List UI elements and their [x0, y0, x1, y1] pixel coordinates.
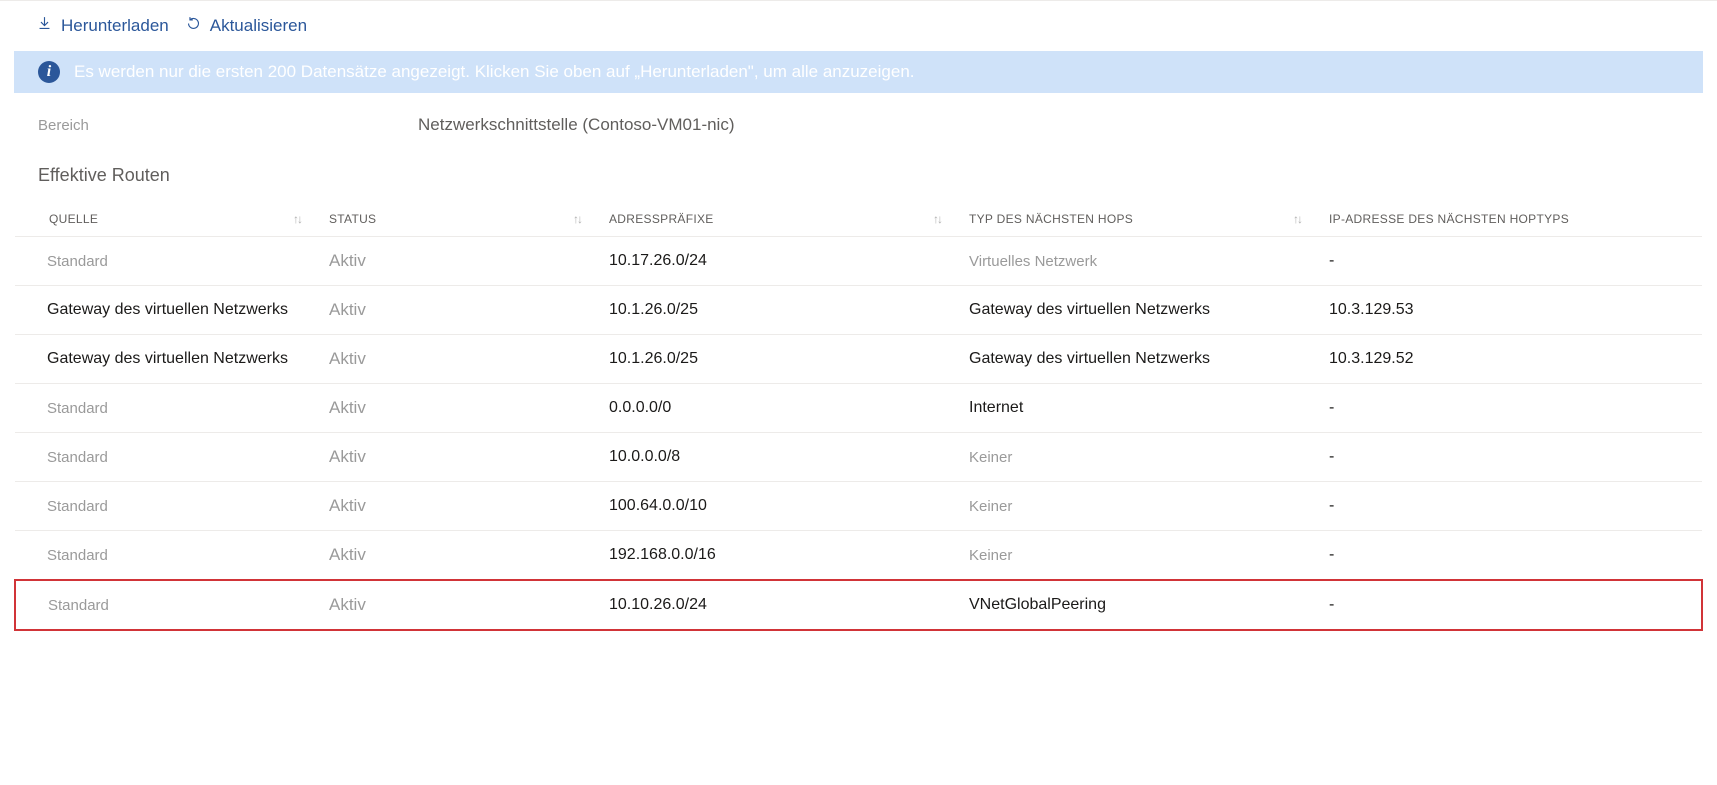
info-icon: i [38, 61, 60, 83]
cell-prefix: 10.1.26.0/25 [595, 286, 955, 335]
cell-status: Aktiv [315, 433, 595, 482]
col-header-status[interactable]: STATUS ↑↓ [315, 202, 595, 237]
col-header-prefix-label: ADRESSPRÄFIXE [609, 212, 714, 226]
scope-row: Bereich Netzwerkschnittstelle (Contoso-V… [14, 93, 1703, 141]
cell-status: Aktiv [315, 335, 595, 384]
cell-nexthop-ip: 10.3.129.53 [1315, 286, 1702, 335]
cell-nexthop-ip: - [1315, 580, 1702, 630]
refresh-label: Aktualisieren [210, 16, 307, 36]
cell-nexthop: Gateway des virtuellen Netzwerks [955, 335, 1315, 384]
col-header-status-label: STATUS [329, 212, 376, 226]
table-row[interactable]: StandardAktiv100.64.0.0/10Keiner- [15, 482, 1702, 531]
cell-nexthop: Gateway des virtuellen Netzwerks [955, 286, 1315, 335]
cell-nexthop: Virtuelles Netzwerk [955, 237, 1315, 286]
col-header-nexthop-label: TYP DES NÄCHSTEN HOPS [969, 212, 1133, 226]
cell-source: Standard [15, 482, 315, 531]
cell-source: Gateway des virtuellen Netzwerks [15, 286, 315, 335]
cell-nexthop-ip: - [1315, 531, 1702, 581]
download-label: Herunterladen [61, 16, 169, 36]
cell-source: Standard [15, 237, 315, 286]
cell-status: Aktiv [315, 384, 595, 433]
sort-icon: ↑↓ [573, 212, 581, 226]
col-header-ip-label: IP-ADRESSE DES NÄCHSTEN HOPTYPS [1329, 212, 1569, 226]
col-header-nexthop[interactable]: TYP DES NÄCHSTEN HOPS ↑↓ [955, 202, 1315, 237]
col-header-prefix[interactable]: ADRESSPRÄFIXE ↑↓ [595, 202, 955, 237]
cell-nexthop: Internet [955, 384, 1315, 433]
cell-source: Standard [15, 433, 315, 482]
download-button[interactable]: Herunterladen [36, 15, 169, 37]
cell-prefix: 0.0.0.0/0 [595, 384, 955, 433]
cell-nexthop: Keiner [955, 482, 1315, 531]
cell-status: Aktiv [315, 482, 595, 531]
col-header-ip[interactable]: IP-ADRESSE DES NÄCHSTEN HOPTYPS [1315, 202, 1702, 237]
cell-nexthop-ip: - [1315, 237, 1702, 286]
cell-prefix: 10.1.26.0/25 [595, 335, 955, 384]
cell-prefix: 10.0.0.0/8 [595, 433, 955, 482]
cell-source: Standard [15, 531, 315, 581]
cell-status: Aktiv [315, 286, 595, 335]
cell-status: Aktiv [315, 580, 595, 630]
col-header-source-label: QUELLE [49, 212, 98, 226]
cell-nexthop-ip: - [1315, 482, 1702, 531]
table-row[interactable]: StandardAktiv0.0.0.0/0Internet- [15, 384, 1702, 433]
cell-prefix: 10.10.26.0/24 [595, 580, 955, 630]
cell-nexthop-ip: 10.3.129.52 [1315, 335, 1702, 384]
cell-prefix: 100.64.0.0/10 [595, 482, 955, 531]
table-row[interactable]: Gateway des virtuellen NetzwerksAktiv10.… [15, 335, 1702, 384]
table-row[interactable]: Gateway des virtuellen NetzwerksAktiv10.… [15, 286, 1702, 335]
table-row[interactable]: StandardAktiv10.10.26.0/24VNetGlobalPeer… [15, 580, 1702, 630]
cell-nexthop-ip: - [1315, 384, 1702, 433]
sort-icon: ↑↓ [293, 212, 301, 226]
cell-status: Aktiv [315, 531, 595, 581]
cell-source: Gateway des virtuellen Netzwerks [15, 335, 315, 384]
routes-table: QUELLE ↑↓ STATUS ↑↓ ADRESSPRÄFIXE ↑↓ TYP… [14, 202, 1703, 631]
info-bar: i Es werden nur die ersten 200 Datensätz… [14, 51, 1703, 93]
refresh-button[interactable]: Aktualisieren [185, 15, 307, 37]
cell-prefix: 192.168.0.0/16 [595, 531, 955, 581]
refresh-icon [185, 15, 202, 37]
toolbar: Herunterladen Aktualisieren [14, 1, 1703, 51]
cell-status: Aktiv [315, 237, 595, 286]
table-row[interactable]: StandardAktiv10.17.26.0/24Virtuelles Net… [15, 237, 1702, 286]
cell-nexthop: Keiner [955, 531, 1315, 581]
section-title: Effektive Routen [14, 141, 1703, 202]
cell-source: Standard [15, 580, 315, 630]
cell-nexthop-ip: - [1315, 433, 1702, 482]
cell-prefix: 10.17.26.0/24 [595, 237, 955, 286]
col-header-source[interactable]: QUELLE ↑↓ [15, 202, 315, 237]
sort-icon: ↑↓ [1293, 212, 1301, 226]
sort-icon: ↑↓ [933, 212, 941, 226]
scope-value: Netzwerkschnittstelle (Contoso-VM01-nic) [418, 115, 735, 135]
cell-nexthop: Keiner [955, 433, 1315, 482]
scope-label: Bereich [38, 117, 418, 134]
info-message: Es werden nur die ersten 200 Datensätze … [74, 62, 915, 82]
table-row[interactable]: StandardAktiv10.0.0.0/8Keiner- [15, 433, 1702, 482]
table-row[interactable]: StandardAktiv192.168.0.0/16Keiner- [15, 531, 1702, 581]
table-header-row: QUELLE ↑↓ STATUS ↑↓ ADRESSPRÄFIXE ↑↓ TYP… [15, 202, 1702, 237]
download-icon [36, 15, 53, 37]
cell-source: Standard [15, 384, 315, 433]
cell-nexthop: VNetGlobalPeering [955, 580, 1315, 630]
